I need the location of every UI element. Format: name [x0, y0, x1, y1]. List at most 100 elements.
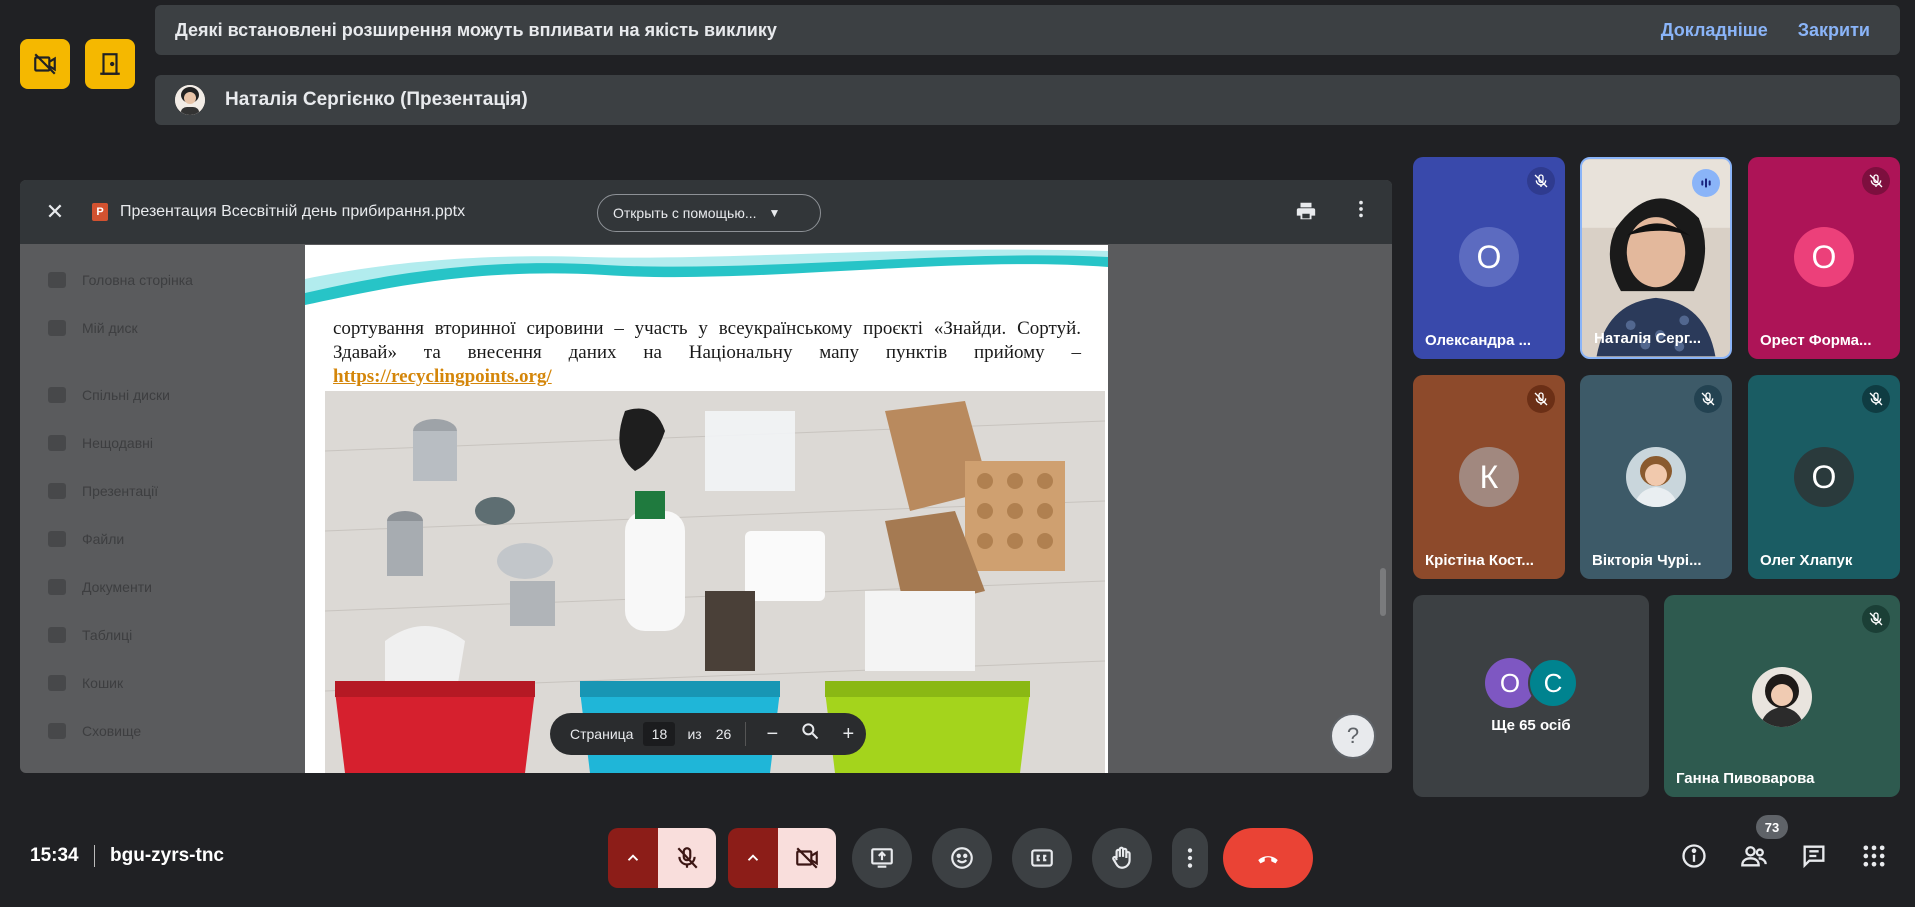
caret-down-icon: ▼ — [768, 206, 781, 220]
door-icon[interactable] — [85, 39, 135, 89]
others-tile[interactable]: О С Ще 65 осіб — [1413, 595, 1649, 797]
participant-name: Олег Хлапук — [1760, 552, 1853, 569]
participant-tile[interactable]: Ганна Пивоварова — [1664, 595, 1900, 797]
mic-off-icon — [1862, 167, 1890, 195]
presenter-banner[interactable]: Наталія Сергієнко (Презентація) — [155, 75, 1900, 125]
slide-text: сортування вторинної сировини – участь у… — [333, 317, 1081, 389]
divider — [745, 722, 747, 746]
background-drive-item: Документи — [48, 579, 152, 595]
scrollbar[interactable] — [1380, 568, 1386, 616]
mic-off-icon — [677, 847, 698, 869]
learn-more-link[interactable]: Докладніше — [1661, 20, 1768, 41]
zoom-out-button[interactable]: − — [760, 723, 784, 746]
more-vertical-icon[interactable] — [1350, 198, 1372, 226]
more-options-button[interactable] — [1172, 828, 1208, 888]
background-drive-item: Таблиці — [48, 627, 132, 643]
participant-tile[interactable]: О Орест Форма... — [1748, 157, 1900, 359]
camera-off-icon — [796, 847, 818, 869]
people-icon[interactable] — [1736, 838, 1772, 874]
participant-initial: К — [1459, 447, 1519, 507]
background-drive-item: Файли — [48, 531, 124, 547]
end-call-button[interactable] — [1223, 828, 1313, 888]
page-number-input[interactable]: 18 — [643, 722, 676, 746]
divider — [94, 845, 95, 867]
background-drive-item: Кошик — [48, 675, 123, 691]
chevron-up-icon — [747, 854, 759, 861]
background-drive-item: Сховище — [48, 723, 141, 739]
help-button[interactable]: ? — [1330, 713, 1376, 759]
close-banner-link[interactable]: Закрити — [1798, 20, 1870, 41]
presentation-viewer: Головна сторінка Мій диск Спільні диски … — [20, 180, 1392, 773]
people-count-badge: 73 — [1756, 815, 1788, 839]
video-options-button[interactable] — [728, 828, 778, 888]
zoom-in-button[interactable]: + — [836, 723, 860, 746]
mic-off-icon — [1527, 167, 1555, 195]
speaking-indicator-icon — [1692, 169, 1720, 197]
meeting-code[interactable]: bgu-zyrs-tnc — [110, 845, 224, 867]
mic-off-icon — [1527, 385, 1555, 413]
zoom-icon[interactable] — [798, 721, 822, 747]
page-total: 26 — [715, 726, 732, 742]
mic-off-icon — [1694, 385, 1722, 413]
background-drive-item: Головна сторінка — [48, 272, 193, 288]
file-name: Презентация Всесвітній день прибирання.p… — [120, 203, 466, 220]
participant-initial: О — [1794, 447, 1854, 507]
mic-toggle-button[interactable] — [658, 828, 716, 888]
page-of-label: из — [687, 726, 702, 742]
other-avatar: С — [1528, 658, 1578, 708]
captions-button[interactable] — [1012, 828, 1072, 888]
slide-wave-decoration — [305, 245, 1108, 305]
print-icon[interactable] — [1295, 200, 1317, 228]
close-icon[interactable]: ✕ — [42, 199, 68, 225]
present-screen-icon — [871, 848, 893, 868]
hand-icon — [1112, 846, 1131, 869]
page-label: Страница — [570, 726, 634, 742]
participant-name: Орест Форма... — [1760, 332, 1872, 349]
presentation-slide: сортування вторинної сировини – участь у… — [305, 245, 1108, 773]
powerpoint-file-icon: P — [92, 203, 108, 221]
page-controls: Страница 18 из 26 − + — [550, 713, 866, 755]
presenter-text: Наталія Сергієнко (Презентація) — [225, 89, 528, 110]
others-count-label: Ще 65 осіб — [1491, 717, 1571, 734]
meeting-details-icon[interactable] — [1676, 838, 1712, 874]
participant-tile[interactable]: О Олександра ... — [1413, 157, 1565, 359]
chevron-up-icon — [627, 854, 639, 861]
background-drive-item: Презентації — [48, 483, 158, 499]
slide-body-text: сортування вторинної сировини – участь у… — [333, 318, 1081, 363]
chat-icon[interactable] — [1796, 838, 1832, 874]
participant-tile-speaking[interactable]: Наталія Серг... — [1580, 157, 1732, 359]
emoji-icon — [951, 847, 973, 869]
present-screen-button[interactable] — [852, 828, 912, 888]
participant-tile[interactable]: К Крістіна Кост... — [1413, 375, 1565, 579]
participant-avatar — [1752, 667, 1812, 727]
participant-name: Олександра ... — [1425, 332, 1532, 349]
slide-link[interactable]: https://recyclingpoints.org/ — [333, 366, 552, 387]
background-drive-item: Мій диск — [48, 320, 138, 336]
audio-options-button[interactable] — [608, 828, 658, 888]
reactions-button[interactable] — [932, 828, 992, 888]
camera-off-badge-icon[interactable] — [20, 39, 70, 89]
extensions-warning-banner: Деякі встановлені розширення можуть впли… — [155, 5, 1900, 55]
participant-name: Крістіна Кост... — [1425, 552, 1534, 569]
background-drive-item: Нещодавні — [48, 435, 153, 451]
captions-icon — [1031, 849, 1053, 867]
activities-grid-icon[interactable] — [1856, 838, 1892, 874]
participant-name: Ганна Пивоварова — [1676, 770, 1815, 787]
hang-up-icon — [1258, 856, 1278, 864]
mic-off-icon — [1862, 605, 1890, 633]
background-drive-item: Спільні диски — [48, 387, 170, 403]
open-with-label: Открыть с помощью... — [613, 205, 757, 221]
participant-tile[interactable]: Вікторія Чурі... — [1580, 375, 1732, 579]
presenter-avatar — [175, 85, 205, 115]
raise-hand-button[interactable] — [1092, 828, 1152, 888]
mic-off-icon — [1862, 385, 1890, 413]
open-with-button[interactable]: Открыть с помощью... ▼ — [597, 194, 821, 232]
participant-initial: О — [1459, 227, 1519, 287]
participant-name: Наталія Серг... — [1594, 330, 1702, 347]
more-vertical-icon — [1187, 848, 1193, 868]
participant-tile[interactable]: О Олег Хлапук — [1748, 375, 1900, 579]
camera-toggle-button[interactable] — [778, 828, 836, 888]
warning-text: Деякі встановлені розширення можуть впли… — [175, 19, 777, 40]
participant-name: Вікторія Чурі... — [1592, 552, 1702, 569]
participant-initial: О — [1794, 227, 1854, 287]
